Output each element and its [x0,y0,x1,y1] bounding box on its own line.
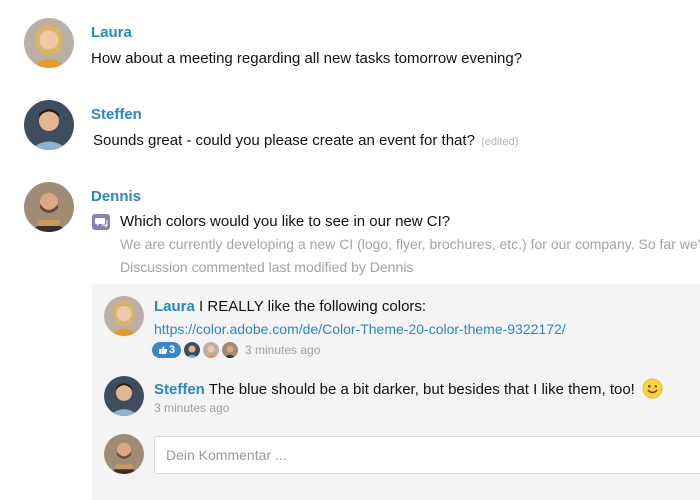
message-body: Sounds great - could you please create a… [93,132,475,149]
message-text: Sounds great - could you please create a… [93,132,518,149]
avatar-steffen[interactable] [24,100,74,150]
discussion-preview: We are currently developing a new CI (lo… [120,236,700,252]
reactor-avatar-steffen[interactable] [184,342,200,358]
like-count: 3 [168,344,176,356]
avatar-laura[interactable] [104,296,144,336]
message-author[interactable]: Laura [91,24,132,41]
reactor-avatar-dennis[interactable] [222,342,238,358]
comment-link[interactable]: https://color.adobe.com/de/Color-Theme-2… [154,321,566,337]
discussion-meta: Discussion commented last modified by De… [120,259,414,275]
comment-time: 3 minutes ago [245,343,321,357]
message-text: How about a meeting regarding all new ta… [91,50,523,67]
comment-line: Steffen The blue should be a bit darker,… [154,378,663,399]
smiley-emoji-icon [642,378,663,399]
comment-input[interactable] [154,436,700,474]
avatar-steffen[interactable] [104,376,144,416]
message-author[interactable]: Steffen [91,106,142,123]
thumbs-up-icon [158,346,168,354]
discussion-title[interactable]: Which colors would you like to see in ou… [120,213,450,230]
comment-text: The blue should be a bit darker, but bes… [208,381,635,398]
discussion-icon [92,214,110,230]
avatar-dennis[interactable] [24,182,74,232]
comment-line: Laura I REALLY like the following colors… [154,298,426,315]
like-badge[interactable]: 3 [152,342,181,358]
comment-text: I REALLY like the following colors: [199,298,427,315]
edited-label: (edited) [481,136,519,148]
message-author[interactable]: Dennis [91,188,141,205]
comment-author[interactable]: Laura [154,298,195,315]
comment-time: 3 minutes ago [154,401,230,415]
reactor-avatar-laura[interactable] [203,342,219,358]
comment-author[interactable]: Steffen [154,381,205,398]
avatar-current-user[interactable] [104,434,144,474]
avatar-laura[interactable] [24,18,74,68]
